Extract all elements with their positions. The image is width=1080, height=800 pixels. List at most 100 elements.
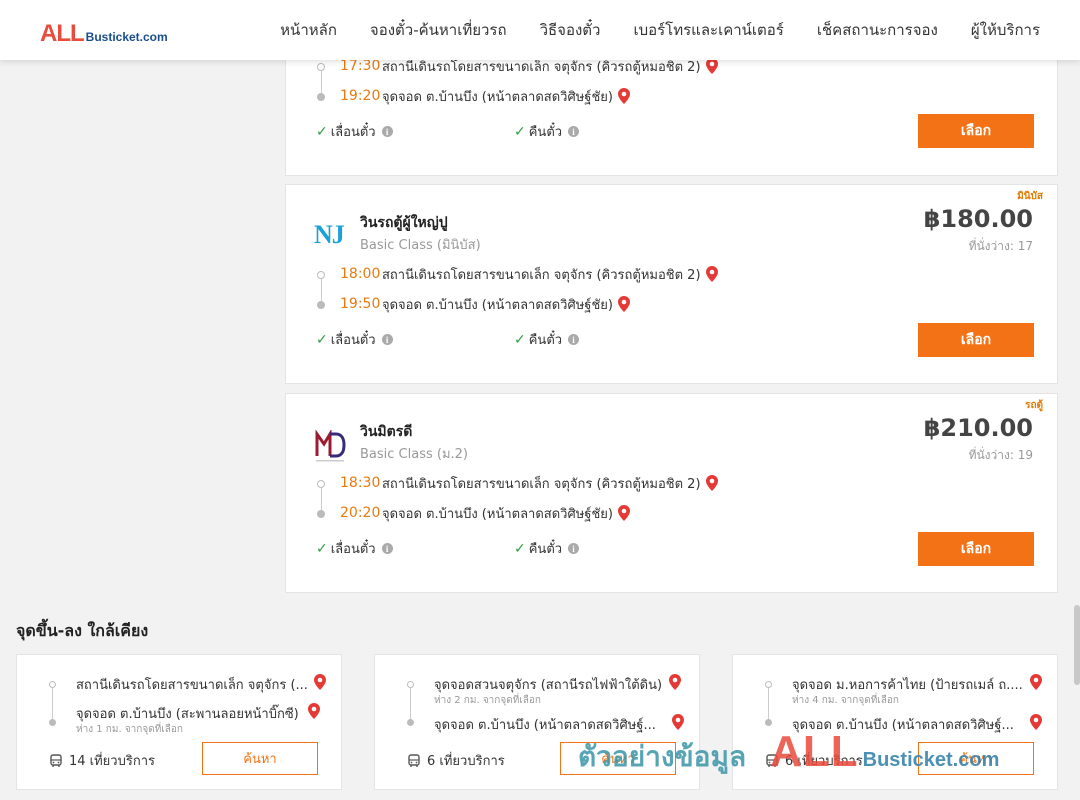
- arrive-dot: [317, 510, 325, 518]
- trip-card: มินิบัส NJ วินรถตู้ผู้ใหญ่ปู Basic Class…: [285, 184, 1058, 384]
- arrive-time: 20:20: [340, 505, 381, 521]
- info-icon[interactable]: i: [568, 126, 580, 137]
- logo-busticket: Busticket.com: [85, 30, 168, 44]
- check-icon: ✓: [514, 123, 526, 140]
- to-dot: [49, 719, 56, 726]
- from-dot: [765, 681, 772, 688]
- operator-name: วินรถตู้ผู้ใหญ่ปู: [360, 215, 448, 231]
- refund-feature: ✓ คืนตั๋ว i: [514, 538, 580, 559]
- to-distance: ห่าง 1 กม. จากจุดที่เลือก: [76, 724, 183, 735]
- info-icon[interactable]: i: [381, 334, 393, 345]
- to-dot: [765, 719, 772, 726]
- refund-feature: ✓ คืนตั๋ว i: [514, 329, 580, 350]
- nav-booking-status[interactable]: เช็คสถานะการจอง: [817, 18, 938, 42]
- from-stop: สถานีเดินรถโดยสารขนาดเล็ก จตุจักร (...: [76, 678, 308, 693]
- depart-dot: [317, 63, 325, 71]
- refund-label: คืนตั๋ว: [528, 542, 563, 557]
- md-logo-graphic: [315, 428, 346, 462]
- map-pin-icon[interactable]: [705, 266, 718, 282]
- nav-operators[interactable]: ผู้ให้บริการ: [971, 18, 1040, 42]
- map-pin-icon[interactable]: [705, 58, 718, 74]
- trip-card: รถตู้ วินมิตรดี Basic Class (ม.2) ฿210.0…: [285, 393, 1058, 593]
- map-pin-icon[interactable]: [314, 674, 326, 694]
- arrive-stop: 19:20 จุดจอด ต.บ้านบึง (หน้าตลาดสดวิศิษฐ…: [340, 86, 630, 106]
- watermark-busticket: Busticket.com: [862, 749, 1000, 771]
- map-pin-icon[interactable]: [1030, 714, 1042, 734]
- map-pin-icon[interactable]: [617, 505, 630, 521]
- trip-card: 17:30 สถานีเดินรถโดยสารขนาดเล็ก จตุจักร …: [285, 40, 1058, 176]
- depart-time: 18:30: [340, 475, 381, 491]
- map-pin-icon[interactable]: [669, 674, 681, 694]
- from-stop: จุดจอด ม.หอการค้าไทย (ป้ายรถเมล์ ถ....: [792, 678, 1023, 693]
- select-button[interactable]: เลือก: [918, 532, 1034, 566]
- depart-time: 17:30: [340, 58, 381, 74]
- refund-label: คืนตั๋ว: [528, 333, 563, 348]
- reschedule-label: เลื่อนตั๋ว: [330, 542, 376, 557]
- arrive-time: 19:20: [340, 88, 381, 104]
- check-icon: ✓: [316, 540, 328, 557]
- price: ฿210.00: [923, 414, 1033, 442]
- info-icon[interactable]: i: [381, 126, 393, 137]
- service-class: Basic Class (ม.2): [360, 447, 468, 462]
- depart-place: สถานีเดินรถโดยสารขนาดเล็ก จตุจักร (คิวรถ…: [382, 476, 701, 492]
- select-button[interactable]: เลือก: [918, 323, 1034, 357]
- arrive-place: จุดจอด ต.บ้านบึง (หน้าตลาดสดวิศิษฐ์ชัย): [382, 89, 613, 105]
- route-line: [410, 687, 411, 721]
- from-dot: [49, 681, 56, 688]
- trip-count-label: 14 เที่ยวบริการ: [69, 754, 155, 769]
- seats-available: ที่นั่งว่าง: 19: [968, 448, 1033, 462]
- arrive-stop: 19:50 จุดจอด ต.บ้านบึง (หน้าตลาดสดวิศิษฐ…: [340, 294, 630, 314]
- to-stop: จุดจอด ต.บ้านบึง (สะพานลอยหน้าบิ๊กซี): [76, 707, 299, 722]
- depart-dot: [317, 271, 325, 279]
- nav-how-to-book[interactable]: วิธีจองตั๋ว: [540, 18, 601, 42]
- nearby-card: สถานีเดินรถโดยสารขนาดเล็ก จตุจักร (... จ…: [16, 654, 342, 790]
- from-stop: จุดจอดสวนจตุจักร (สถานีรถไฟฟ้าใต้ดิน): [434, 678, 663, 693]
- arrive-stop: 20:20 จุดจอด ต.บ้านบึง (หน้าตลาดสดวิศิษฐ…: [340, 503, 630, 523]
- map-pin-icon[interactable]: [617, 88, 630, 104]
- seats-available: ที่นั่งว่าง: 17: [968, 239, 1033, 253]
- nearby-title: จุดขึ้น-ลง ใกล้เคียง: [16, 621, 149, 640]
- info-icon[interactable]: i: [568, 334, 580, 345]
- nav-booking[interactable]: จองตั๋ว-ค้นหาเที่ยวรถ: [370, 18, 507, 42]
- from-distance: ห่าง 4 กม. จากจุดที่เลือก: [792, 695, 899, 706]
- map-pin-icon[interactable]: [308, 703, 320, 723]
- main-nav: หน้าหลัก จองตั๋ว-ค้นหาเที่ยวรถ วิธีจองตั…: [280, 0, 1040, 60]
- bus-icon: [408, 753, 420, 767]
- select-button[interactable]: เลือก: [918, 114, 1034, 148]
- from-dot: [407, 681, 414, 688]
- to-dot: [407, 719, 414, 726]
- watermark: ตัวอย่างข้อมูล ALL Busticket.com: [578, 727, 999, 779]
- watermark-all: ALL: [770, 727, 859, 776]
- reschedule-label: เลื่อนตั๋ว: [330, 125, 376, 140]
- check-icon: ✓: [514, 540, 526, 557]
- operator-name: วินมิตรดี: [360, 424, 413, 440]
- service-class: Basic Class (มินิบัส): [360, 238, 481, 253]
- nav-home[interactable]: หน้าหลัก: [280, 18, 337, 42]
- reschedule-feature: ✓ เลื่อนตั๋ว i: [316, 121, 393, 142]
- vehicle-type-tag: มินิบัส: [1017, 191, 1043, 202]
- map-pin-icon[interactable]: [617, 296, 630, 312]
- depart-time: 18:00: [340, 266, 381, 282]
- info-icon[interactable]: i: [568, 543, 580, 554]
- map-pin-icon[interactable]: [705, 475, 718, 491]
- nav-contacts[interactable]: เบอร์โทรและเคาน์เตอร์: [633, 18, 783, 42]
- arrive-dot: [317, 93, 325, 101]
- arrive-place: จุดจอด ต.บ้านบึง (หน้าตลาดสดวิศิษฐ์ชัย): [382, 297, 613, 313]
- refund-feature: ✓ คืนตั๋ว i: [514, 121, 580, 142]
- search-button[interactable]: ค้นหา: [202, 742, 318, 775]
- route-line: [768, 687, 769, 721]
- trip-count-label: 6 เที่ยวบริการ: [427, 754, 505, 769]
- info-icon[interactable]: i: [381, 543, 393, 554]
- site-logo[interactable]: ALL Busticket.com: [40, 20, 168, 48]
- price: ฿180.00: [923, 205, 1033, 233]
- depart-place: สถานีเดินรถโดยสารขนาดเล็ก จตุจักร (คิวรถ…: [382, 267, 701, 283]
- trip-count: 14 เที่ยวบริการ: [49, 750, 155, 771]
- check-icon: ✓: [316, 123, 328, 140]
- scrollbar[interactable]: [1074, 605, 1080, 685]
- refund-label: คืนตั๋ว: [528, 125, 563, 140]
- reschedule-label: เลื่อนตั๋ว: [330, 333, 376, 348]
- map-pin-icon[interactable]: [1030, 674, 1042, 694]
- depart-dot: [317, 480, 325, 488]
- operator-logo-text: NJ: [314, 220, 345, 249]
- operator-logo: NJ: [314, 221, 350, 249]
